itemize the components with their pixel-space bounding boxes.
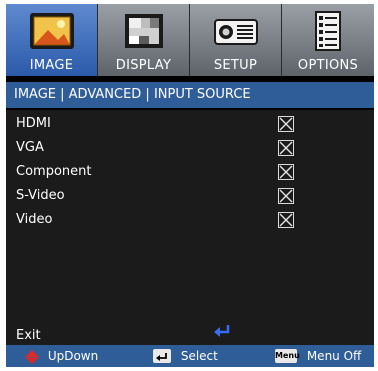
- breadcrumb-header: IMAGE | ADVANCED | INPUT SOURCE: [6, 82, 374, 108]
- key-legend-bar: UpDown Select Menu Menu Off: [6, 345, 374, 367]
- checked-icon: [279, 165, 293, 179]
- tab-image[interactable]: IMAGE: [6, 4, 98, 76]
- checked-icon: [279, 213, 293, 227]
- legend-select-label: Select: [180, 349, 218, 363]
- legend-select: Select: [153, 345, 218, 367]
- menu-tabs: IMAGE DISPLAY SETUP OPTIONS: [6, 4, 374, 76]
- legend-updown-label: UpDown: [47, 349, 99, 363]
- list-item-hdmi[interactable]: HDMI: [6, 112, 374, 136]
- setup-icon: [214, 19, 258, 45]
- tab-label: DISPLAY: [115, 58, 172, 73]
- checkbox-video[interactable]: [278, 212, 294, 228]
- display-icon: [125, 14, 163, 48]
- checkbox-hdmi[interactable]: [278, 116, 294, 132]
- tab-setup[interactable]: SETUP: [190, 4, 282, 76]
- legend-menu-off-label: Menu Off: [306, 349, 362, 363]
- image-icon: [30, 13, 74, 49]
- checked-icon: [279, 189, 293, 203]
- input-source-list: HDMI VGA Component S-Video Video: [6, 110, 374, 350]
- list-item-label: S-Video: [16, 188, 65, 203]
- legend-updown: UpDown: [24, 345, 98, 367]
- menu-key-icon: Menu: [275, 348, 300, 363]
- tab-options[interactable]: OPTIONS: [282, 4, 374, 76]
- osd-menu: IMAGE DISPLAY SETUP OPTIONS IMAGE | ADVA…: [6, 4, 374, 367]
- tab-label: IMAGE: [29, 58, 74, 73]
- list-item-s-video[interactable]: S-Video: [6, 184, 374, 208]
- tab-label: SETUP: [213, 58, 258, 73]
- checkbox-component[interactable]: [278, 164, 294, 180]
- list-item-label: Component: [16, 164, 92, 179]
- checked-icon: [279, 117, 293, 131]
- list-item-label: HDMI: [16, 116, 51, 131]
- list-item-vga[interactable]: VGA: [6, 136, 374, 160]
- updown-arrow-icon: [25, 349, 39, 364]
- legend-menu-off: Menu Menu Off: [275, 345, 361, 367]
- options-icon: [315, 11, 341, 51]
- checkbox-s-video[interactable]: [278, 188, 294, 204]
- list-item-video[interactable]: Video: [6, 208, 374, 232]
- list-item-label: Video: [16, 212, 53, 227]
- list-item-label: VGA: [16, 140, 44, 155]
- enter-arrow-icon: [214, 325, 230, 337]
- checkbox-vga[interactable]: [278, 140, 294, 156]
- tab-display[interactable]: DISPLAY: [98, 4, 190, 76]
- enter-key-icon: [153, 348, 171, 363]
- tab-label: OPTIONS: [297, 58, 359, 73]
- checked-icon: [279, 141, 293, 155]
- list-item-component[interactable]: Component: [6, 160, 374, 184]
- exit-item[interactable]: Exit: [16, 328, 41, 343]
